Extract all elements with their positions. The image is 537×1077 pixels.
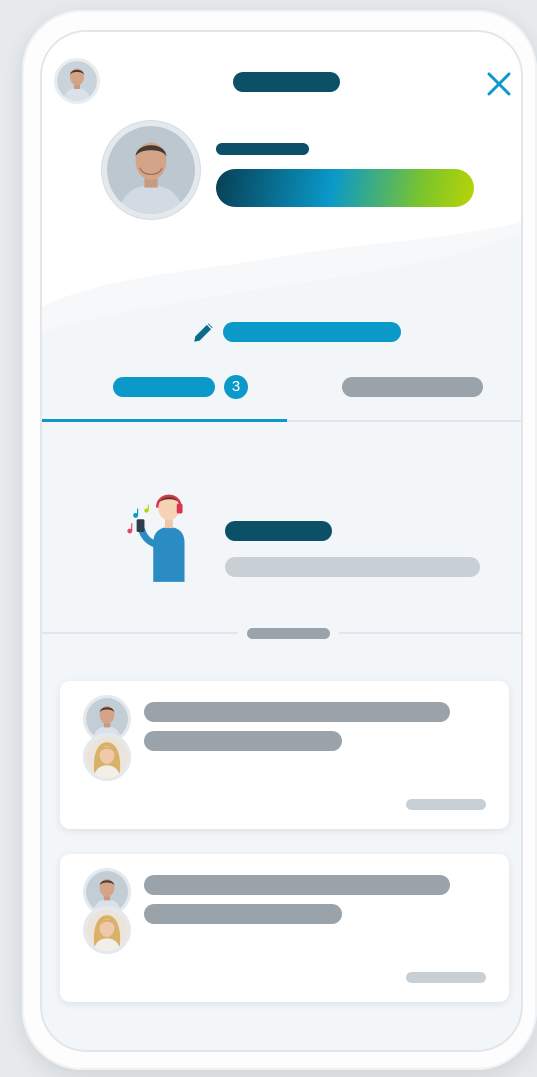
empty-state-description-placeholder [225,557,480,577]
conversation-card[interactable] [60,854,509,1002]
tab-second-label-placeholder [342,377,483,397]
section-divider-label-placeholder [247,628,330,639]
card-subtitle-placeholder [144,731,342,751]
phone-frame: 3 [22,10,537,1070]
empty-state-title-placeholder [225,521,332,541]
app-screen: 3 [40,30,523,1052]
card-timestamp-placeholder [406,972,486,983]
man-portrait-icon [57,61,97,101]
participant-avatar-woman [83,906,131,954]
woman-portrait-icon [86,909,128,951]
section-divider-right [339,632,521,634]
tab-first-count-badge: 3 [224,375,248,399]
tab-first[interactable]: 3 [42,362,287,424]
person-with-phone-illustration [127,494,185,582]
card-subtitle-placeholder [144,904,342,924]
profile-progress-gradient [216,169,474,207]
profile-name-placeholder [216,143,309,155]
card-title-placeholder [144,702,450,722]
tab-first-label-placeholder [113,377,215,397]
woman-portrait-icon [86,736,128,778]
tab-active-indicator [42,419,287,422]
card-title-placeholder [144,875,450,895]
man-portrait-icon [107,126,195,214]
header-title-placeholder [233,72,340,92]
edit-profile-link-placeholder[interactable] [223,322,401,342]
pencil-icon[interactable] [191,319,217,345]
card-timestamp-placeholder [406,799,486,810]
tab-second[interactable] [287,362,521,424]
close-icon[interactable] [484,69,514,99]
user-avatar-small[interactable] [54,58,100,104]
section-divider-left [42,632,238,634]
conversation-card[interactable] [60,681,509,829]
participant-avatar-woman [83,733,131,781]
profile-avatar[interactable] [102,121,200,219]
